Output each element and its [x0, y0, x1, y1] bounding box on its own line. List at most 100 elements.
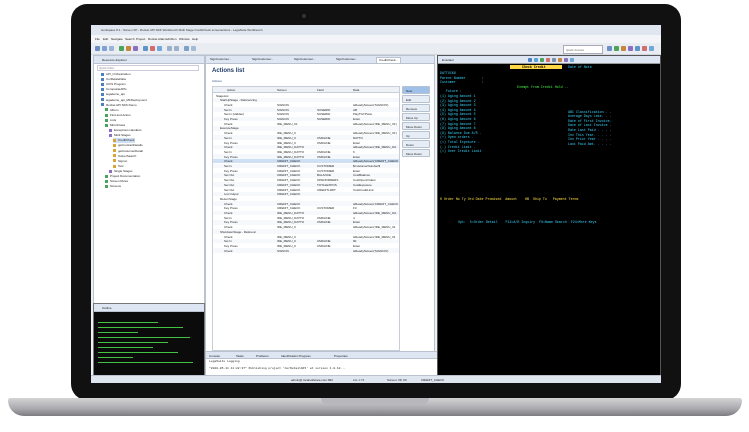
menu-help[interactable]: Help — [192, 37, 198, 41]
tab-problems[interactable]: Problems — [256, 354, 269, 358]
terminal-line: Parent Number : — [440, 75, 484, 80]
terminal-right-line: Inv Prior Year . . . . — [568, 137, 612, 142]
tree-item[interactable]: Screens — [105, 184, 121, 189]
editor-tab[interactable]: SignCustomer... — [292, 57, 317, 62]
debug-icon[interactable] — [126, 46, 131, 51]
terminal-line: Customer : — [440, 80, 484, 85]
outline-tab[interactable]: Outline — [94, 304, 204, 312]
tab-identification-progress[interactable]: Identification Progress — [281, 354, 311, 358]
folder-icon — [101, 72, 104, 76]
java-perspective-icon[interactable] — [614, 46, 619, 51]
terminal-line: (6) Aging Amount 6 — [440, 117, 476, 121]
back-icon[interactable] — [167, 46, 172, 51]
rocket-perspective-icon[interactable] — [642, 46, 647, 51]
keyboard-icon[interactable] — [552, 57, 556, 62]
tree-item-label: CICS Program — [106, 82, 126, 87]
refresh-icon[interactable] — [157, 46, 162, 51]
side-action-button[interactable]: Move Up — [402, 113, 430, 121]
editor-tab[interactable]: SignCustomer... — [250, 57, 275, 62]
menu-file[interactable]: File — [95, 37, 100, 41]
tree-item-label: Single Stages — [114, 168, 133, 173]
tree-item-label: Lists — [110, 117, 117, 122]
editor-tab-active[interactable]: CreditCheck... — [376, 57, 402, 63]
web-perspective-icon[interactable] — [649, 46, 654, 51]
record-icon[interactable] — [540, 57, 544, 62]
search-icon[interactable] — [143, 46, 148, 51]
editor-tab[interactable]: SignCustomer... — [334, 57, 359, 62]
outline-line — [98, 362, 193, 363]
debug-perspective-icon[interactable] — [621, 46, 626, 51]
menu-navigate[interactable]: Navigate — [111, 37, 123, 41]
side-action-button[interactable]: Move Down — [402, 122, 430, 130]
folder-icon — [105, 174, 108, 178]
connect-icon[interactable] — [528, 57, 532, 62]
status-screen: Screen: 08, 69 — [387, 378, 407, 382]
menu-project[interactable]: Project — [136, 37, 145, 41]
print-icon[interactable] — [109, 46, 114, 51]
editor-tab[interactable]: SignCustomer... — [208, 57, 233, 62]
side-action-button[interactable]: Down — [402, 140, 430, 148]
perspective-icon[interactable] — [607, 46, 612, 51]
status-position: LG: c:71 — [353, 378, 365, 382]
menu-run[interactable]: Run — [171, 37, 177, 41]
terminal-line: (2) Aging Amount 2 — [440, 98, 476, 103]
disconnect-icon[interactable] — [534, 57, 538, 62]
side-action-button[interactable]: Move Down — [402, 149, 430, 157]
terminal-screen[interactable]: Check Credit DATTOCK6 Parent Number : Cust… — [440, 65, 658, 375]
resource-explorer-tab[interactable]: Resource Explorer — [94, 56, 204, 64]
quick-filter-input[interactable]: Quick Filter — [97, 65, 199, 71]
column-header-data[interactable]: Data — [353, 88, 359, 92]
field-icon[interactable] — [564, 57, 568, 62]
resource-explorer-label: Resource Explorer — [102, 58, 127, 62]
menu-rocket-atlas-edit[interactable]: Rocket Atlas Edit — [148, 37, 171, 41]
options-line: Opt: 5=Order Detail F12=A/R Inquiry F9=N… — [458, 220, 597, 224]
folder-icon — [101, 77, 104, 81]
side-action-button-label: Move Up — [406, 115, 419, 120]
team-perspective-icon[interactable] — [628, 46, 633, 51]
side-action-button[interactable]: New — [402, 86, 430, 94]
window-title: workspace 8.1 - Screen XP - Rocket API S… — [101, 28, 263, 32]
tree-item-label: legademo_api — [106, 92, 125, 97]
terminal-right-line: ABC Classification . . — [568, 109, 612, 114]
git-perspective-icon[interactable] — [635, 46, 640, 51]
folder-icon — [113, 159, 116, 163]
settings-icon[interactable] — [191, 46, 196, 51]
terminal-right-line: Date of Last Invoice . — [568, 123, 612, 128]
terminal-line: (-) Credit Limit . — [440, 144, 476, 149]
tab-properties[interactable]: Properties — [334, 354, 348, 358]
side-action-button-label: Move Down — [406, 151, 422, 156]
resource-explorer-panel: Resource Explorer Quick Filter API_Orche… — [93, 55, 205, 305]
side-action-button[interactable]: Up — [402, 131, 430, 139]
run-icon[interactable] — [119, 46, 124, 51]
console-log-line: *2020-05-11 11:22:37* Publishing project… — [209, 367, 346, 370]
side-action-button-label: Up — [406, 133, 410, 138]
tree-item-label: Screen Rules — [110, 179, 129, 184]
capture-icon[interactable] — [558, 57, 562, 62]
column-header-screen[interactable]: Screen — [277, 88, 287, 92]
emulator-tab-label[interactable]: Emulator — [442, 58, 454, 62]
build-icon[interactable] — [133, 46, 138, 51]
side-action-button[interactable]: Remove — [402, 104, 430, 112]
column-header-field[interactable]: Field — [317, 88, 324, 92]
menu-search[interactable]: Search — [125, 37, 135, 41]
table-row[interactable]: Check SIGNON isReadyScreen('SIGNON') — [213, 248, 399, 253]
folder-icon — [109, 169, 112, 173]
save-icon[interactable] — [102, 46, 107, 51]
forward-icon[interactable] — [174, 46, 179, 51]
folder-icon — [105, 179, 108, 183]
side-action-button-label: New — [406, 88, 413, 93]
menu-edit[interactable]: Edit — [103, 37, 108, 41]
tree-item-label: CompositeAPIs — [106, 87, 127, 92]
menu-window[interactable]: Window — [179, 37, 190, 41]
stop-icon[interactable] — [150, 46, 155, 51]
new-icon[interactable] — [95, 46, 100, 51]
tab-tasks[interactable]: Tasks — [236, 354, 244, 358]
annotate-icon[interactable] — [184, 46, 189, 51]
side-action-button[interactable]: Edit — [402, 95, 430, 103]
outline-screen-preview — [98, 318, 198, 367]
tab-console[interactable]: Console — [209, 354, 220, 358]
column-header-action[interactable]: Action — [227, 88, 235, 92]
copy-icon[interactable] — [570, 57, 574, 62]
stop-record-icon[interactable] — [546, 57, 550, 62]
quick-access-input[interactable]: Quick Access — [563, 45, 603, 54]
